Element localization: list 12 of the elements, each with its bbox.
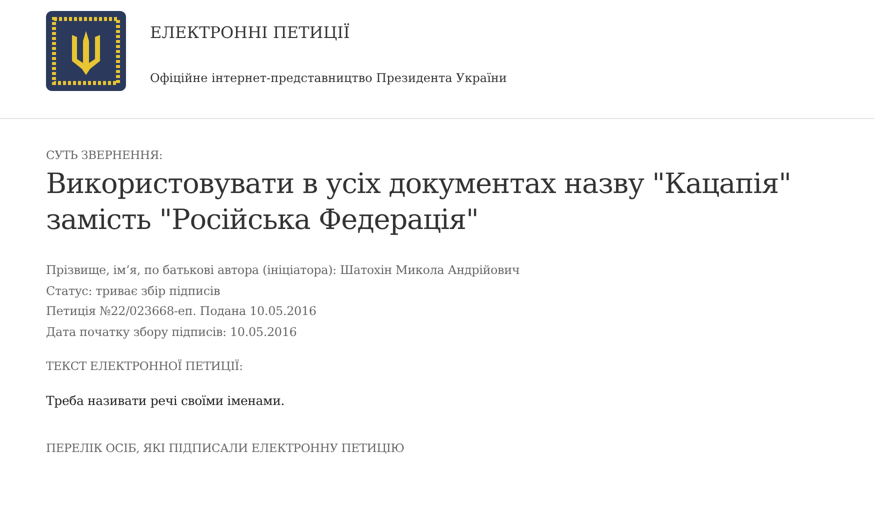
detail-line: Петиція №22/023668-еп. Подана 10.05.2016	[46, 303, 318, 320]
detail-line: Прізвище, ім’я, по батькові автора (ініціатора): Шатохін Микола Андрійович	[46, 262, 521, 280]
site-title: ЕЛЕКТРОННІ ПЕТИЦІЇ	[150, 22, 351, 44]
petition-text: Треба називати речі своїми іменами.	[46, 392, 286, 410]
section-label: СУТЬ ЗВЕРНЕННЯ:	[46, 147, 164, 164]
section-label: ПЕРЕЛІК ОСІБ, ЯКІ ПІДПИСАЛИ ЕЛЕКТРОННУ ПЕТИЦІЮ	[46, 440, 406, 458]
detail-line: Статус: триває збір підписів	[46, 282, 222, 300]
emblem-icon	[46, 11, 126, 91]
section-label: ТЕКСТ ЕЛЕКТРОННОЇ ПЕТИЦІЇ:	[46, 358, 244, 376]
petition-title: Використовувати в усіх документах назву "Кацапія" замість "Російська Федерація"	[46, 166, 792, 238]
site-subtitle: Офіційне інтернет-представництво Президента України	[150, 70, 507, 87]
detail-line: Дата початку збору підписів: 10.05.2016	[46, 324, 298, 341]
